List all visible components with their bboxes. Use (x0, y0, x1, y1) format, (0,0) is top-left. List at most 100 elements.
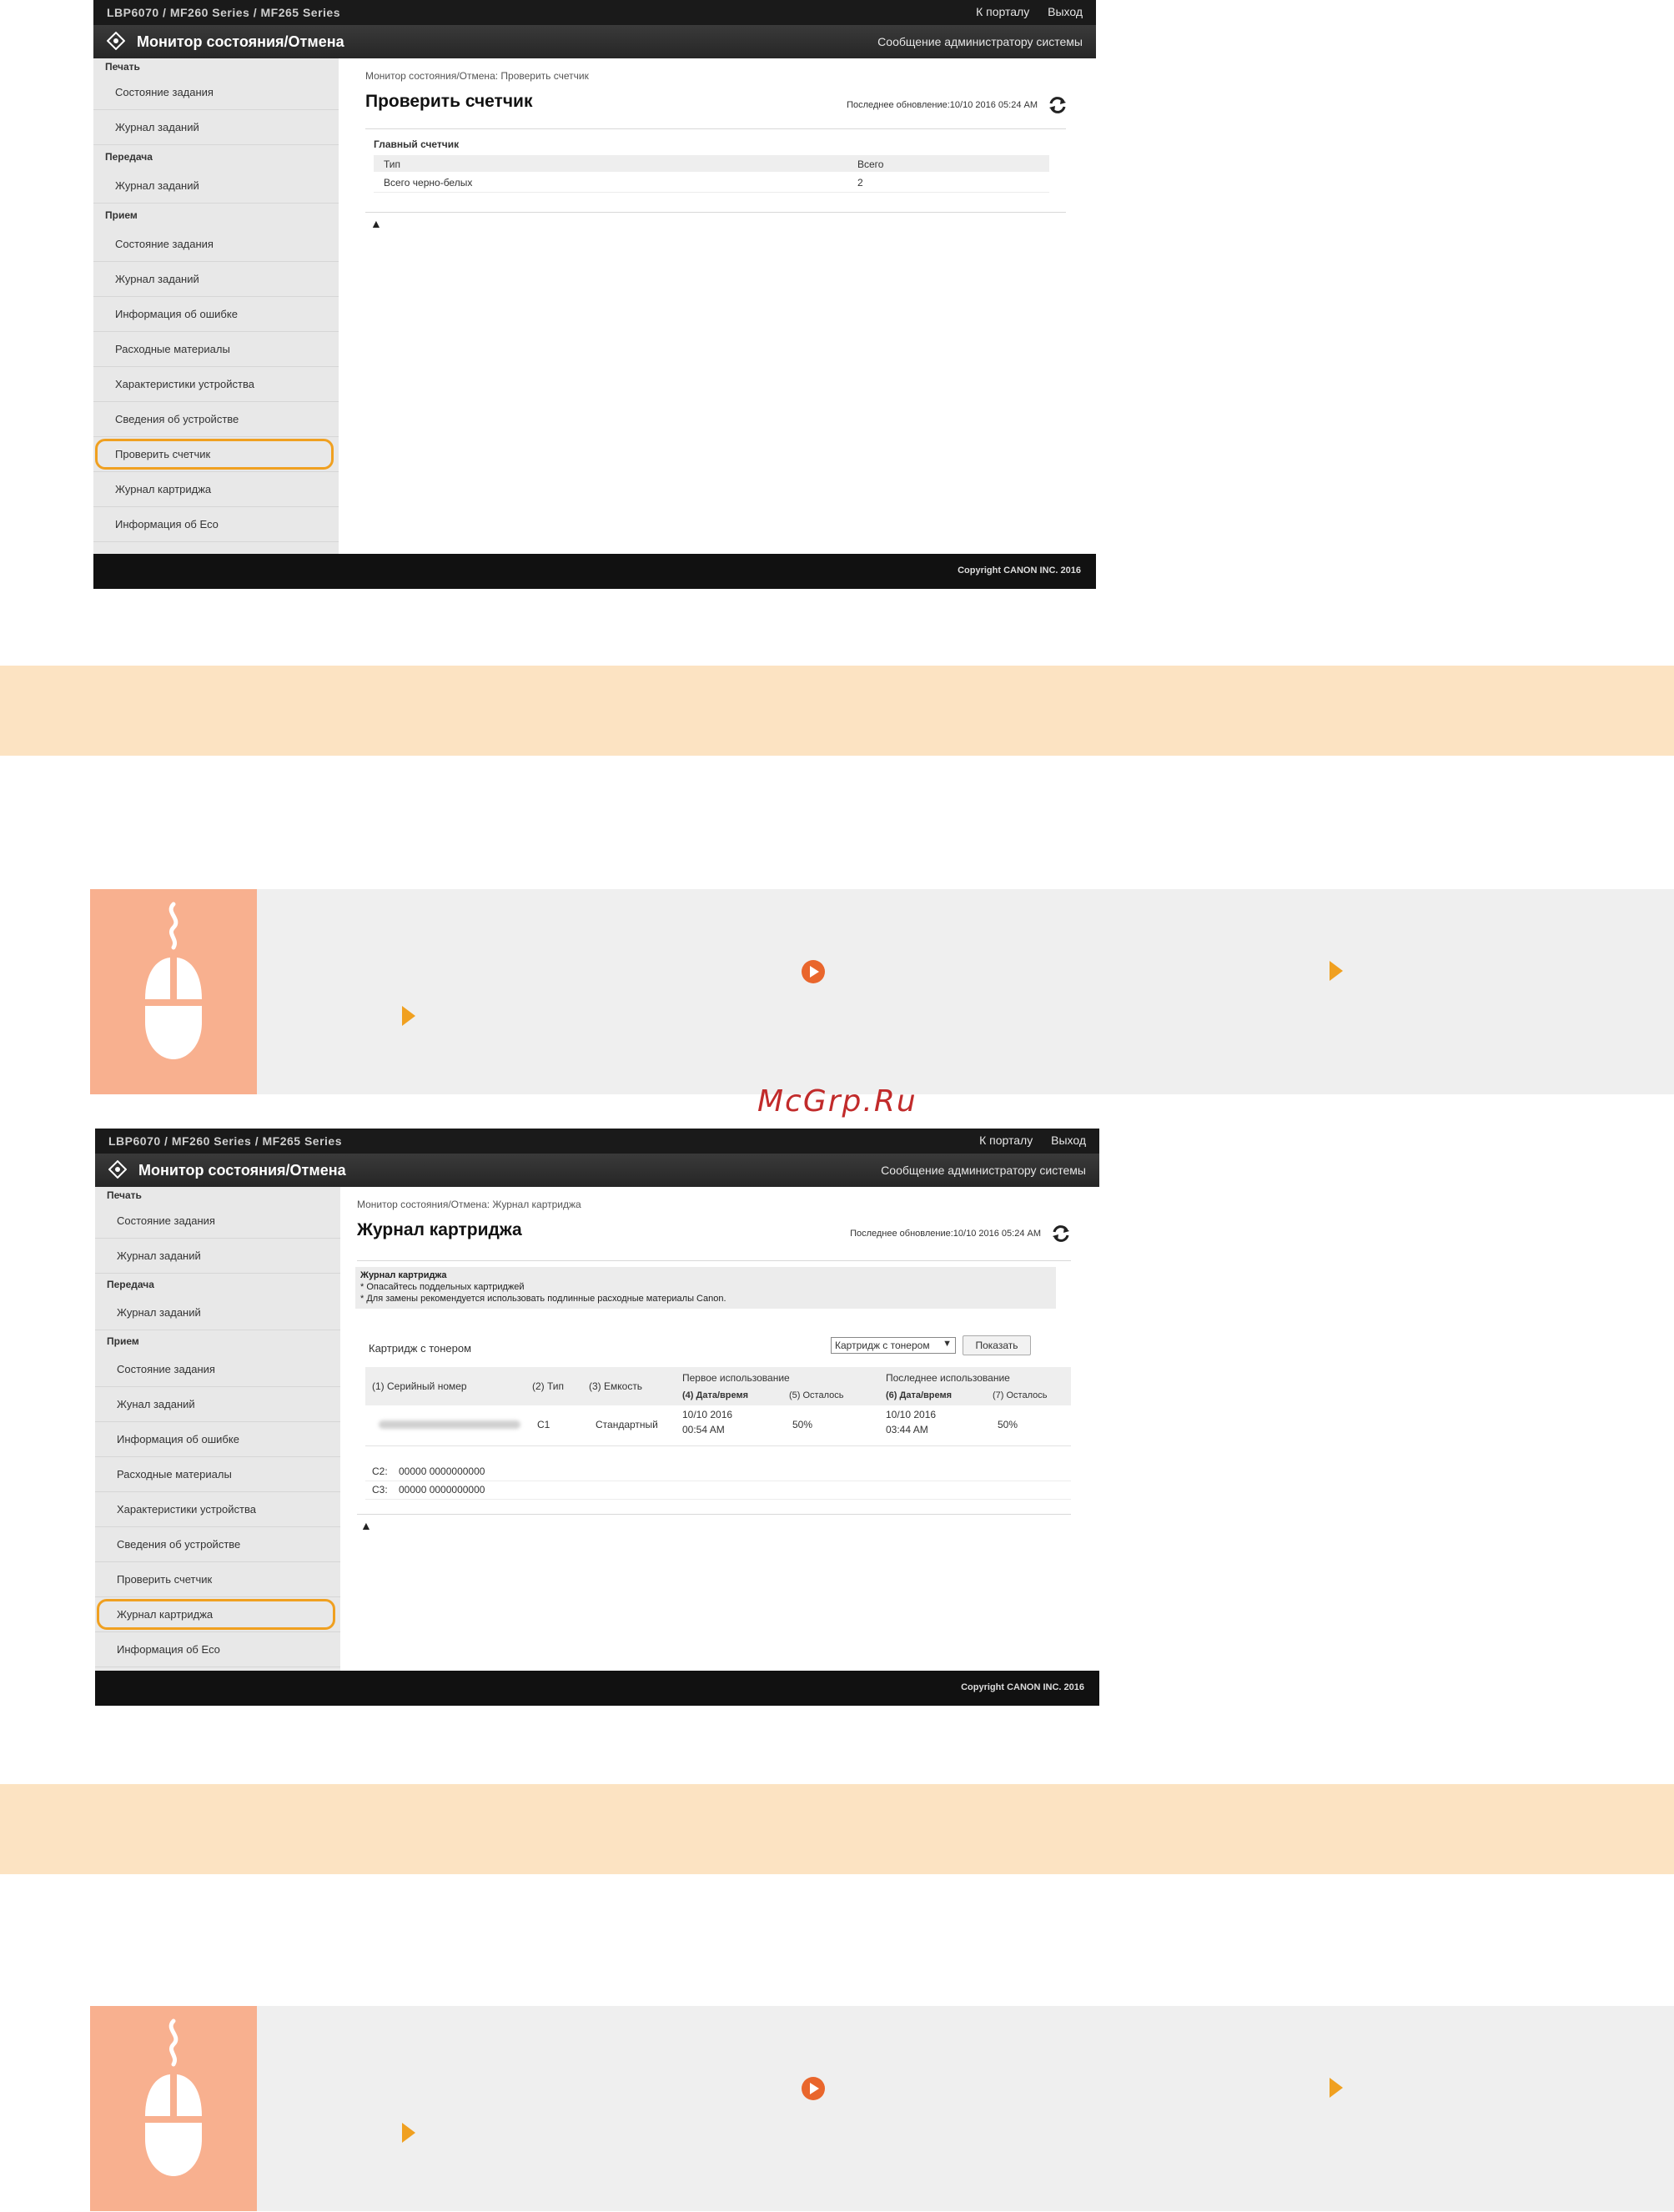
sidebar-item-eco-info[interactable]: Информация об Eco (95, 1632, 340, 1667)
model-name: LBP6070 / MF260 Series / MF265 Series (108, 1134, 342, 1148)
mouse-icon (145, 2018, 202, 2176)
sidebar-head-print: Печать (107, 1189, 142, 1201)
c3-label: C3: (372, 1484, 388, 1496)
last-updated: Последнее обновление:10/10 2016 05:24 AM (847, 100, 1038, 110)
sidebar: Печать Состояние задания Журнал заданий … (95, 1187, 340, 1674)
triangle-arrow-icon (402, 2123, 415, 2143)
divider (357, 1514, 1071, 1515)
logout-link[interactable]: Выход (1048, 5, 1083, 18)
col-total: Всего (857, 158, 884, 170)
footer: Copyright CANON INC. 2016 (93, 554, 1096, 589)
triangle-arrow-icon (1330, 961, 1343, 981)
list-item: C3: 00000 0000000000 (365, 1481, 1071, 1500)
breadcrumb: Монитор состояния/Отмена: Проверить счет… (365, 70, 589, 82)
to-top-icon[interactable]: ▲ (360, 1519, 372, 1532)
canon-logo-icon (108, 1160, 127, 1179)
to-top-icon[interactable]: ▲ (370, 217, 382, 230)
col-remain-7: (7) Осталось (993, 1390, 1048, 1400)
sidebar-item-device-features[interactable]: Характеристики устройства (93, 367, 339, 402)
sidebar-item-device-info[interactable]: Сведения об устройстве (93, 402, 339, 437)
sidebar-item-recv-job-log[interactable]: Журнал заданий (93, 262, 339, 297)
table-row: Всего черно-белых 2 (374, 173, 1049, 193)
serial-number-blurred (379, 1420, 520, 1429)
admin-message-link[interactable]: Сообщение администратору системы (881, 1164, 1086, 1177)
sidebar-item-print-job-log[interactable]: Журнал заданий (95, 1239, 340, 1274)
sidebar-head-receive: Прием (105, 209, 138, 221)
notice-title: Журнал картриджа (360, 1270, 447, 1280)
sidebar-item-error-info[interactable]: Информация об ошибке (93, 297, 339, 332)
portal-link[interactable]: К порталу (979, 1134, 1033, 1147)
show-button[interactable]: Показать (963, 1335, 1031, 1355)
app-title: Монитор состояния/Отмена (138, 1162, 346, 1179)
circle-arrow-icon (802, 2077, 825, 2100)
portal-link[interactable]: К порталу (976, 5, 1029, 18)
chevron-down-icon: ▼ (943, 1339, 952, 1349)
sidebar-item-send-job-log[interactable]: Журнал заданий (95, 1295, 340, 1330)
cell-last-date: 10/10 2016 (886, 1409, 937, 1420)
cell-last-remain: 50% (998, 1419, 1018, 1430)
top-bar: LBP6070 / MF260 Series / MF265 Series К … (95, 1129, 1099, 1154)
list-item: C2: 00000 0000000000 (365, 1462, 1071, 1481)
model-name: LBP6070 / MF260 Series / MF265 Series (107, 6, 340, 19)
sidebar-head-send: Передача (107, 1279, 154, 1290)
col-serial: (1) Серийный номер (372, 1380, 467, 1392)
step-box (90, 2006, 1674, 2211)
page-title: Проверить счетчик (365, 92, 533, 111)
sidebar-item-eco-info[interactable]: Информация об Eco (93, 507, 339, 542)
divider (357, 1260, 1071, 1261)
app-title: Монитор состояния/Отмена (137, 33, 344, 50)
col-date-4: (4) Дата/время (682, 1390, 749, 1400)
refresh-icon[interactable] (1048, 95, 1068, 115)
canon-logo-icon (107, 32, 125, 50)
copyright: Copyright CANON INC. 2016 (961, 1682, 1084, 1692)
triangle-arrow-icon (1330, 2078, 1343, 2098)
logout-link[interactable]: Выход (1051, 1134, 1086, 1147)
sidebar-item-consumables[interactable]: Расходные материалы (93, 332, 339, 367)
table-row: C1 Стандартный 10/10 2016 00:54 AM 50% 1… (365, 1405, 1071, 1446)
sidebar-item-check-counter[interactable]: Проверить счетчик (93, 437, 339, 472)
col-first-use: Первое использование (682, 1372, 790, 1384)
counter-group-title: Главный счетчик (374, 138, 460, 150)
sidebar-item-device-features[interactable]: Характеристики устройства (95, 1492, 340, 1527)
notice-line-2: * Для замены рекомендуется использовать … (360, 1294, 726, 1304)
cell-first-remain: 50% (792, 1419, 813, 1430)
section-band (0, 1784, 1674, 1874)
cell-first-time: 00:54 AM (682, 1424, 725, 1435)
notice-box: Журнал картриджа * Опасайтесь поддельных… (355, 1267, 1056, 1309)
cartridge-select[interactable]: Картридж с тонером ▼ (831, 1337, 956, 1354)
title-bar: Монитор состояния/Отмена Сообщение админ… (95, 1154, 1099, 1187)
sidebar-item-send-job-log[interactable]: Журнал заданий (93, 168, 339, 204)
sidebar-head-send: Передача (105, 151, 153, 163)
sidebar-item-print-job-status[interactable]: Состояние задания (95, 1204, 340, 1239)
cell-last-time: 03:44 AM (886, 1424, 928, 1435)
sidebar-item-recv-job-status[interactable]: Состояние задания (95, 1352, 340, 1387)
col-last-use: Последнее использование (886, 1372, 1010, 1384)
sidebar: Печать Состояние задания Журнал заданий … (93, 58, 339, 554)
sidebar-item-cartridge-log[interactable]: Журнал картриджа (95, 1597, 340, 1632)
admin-message-link[interactable]: Сообщение администратору системы (877, 35, 1083, 48)
sidebar-item-consumables[interactable]: Расходные материалы (95, 1457, 340, 1492)
copyright: Copyright CANON INC. 2016 (958, 566, 1081, 576)
cell-type: C1 (537, 1419, 550, 1430)
step-icon-panel (90, 889, 257, 1094)
watermark: McGrp.Ru (757, 1084, 917, 1119)
sidebar-item-device-info[interactable]: Сведения об устройстве (95, 1527, 340, 1562)
refresh-icon[interactable] (1051, 1224, 1071, 1244)
sidebar-item-error-info[interactable]: Информация об ошибке (95, 1422, 340, 1457)
sidebar-item-recv-job-status[interactable]: Состояние задания (93, 227, 339, 262)
sidebar-item-print-job-log[interactable]: Журнал заданий (93, 110, 339, 145)
sidebar-item-check-counter[interactable]: Проверить счетчик (95, 1562, 340, 1597)
triangle-arrow-icon (402, 1006, 415, 1026)
sidebar-item-print-job-status[interactable]: Состояние задания (93, 75, 339, 110)
page-title: Журнал картриджа (357, 1220, 522, 1239)
cell-first-date: 10/10 2016 (682, 1409, 733, 1420)
screenshot-cartridge-log: LBP6070 / MF260 Series / MF265 Series К … (95, 1129, 1099, 1706)
col-type: (2) Тип (532, 1380, 565, 1392)
cartridge-select-value: Картридж с тонером (835, 1340, 930, 1351)
sidebar-item-recv-job-log[interactable]: Жунал заданий (95, 1387, 340, 1422)
circle-arrow-icon (802, 960, 825, 983)
sidebar-item-cartridge-log[interactable]: Журнал картриджа (93, 472, 339, 507)
col-remain-5: (5) Осталось (789, 1390, 844, 1400)
divider (365, 212, 1066, 213)
cell-capacity: Стандартный (596, 1419, 658, 1430)
